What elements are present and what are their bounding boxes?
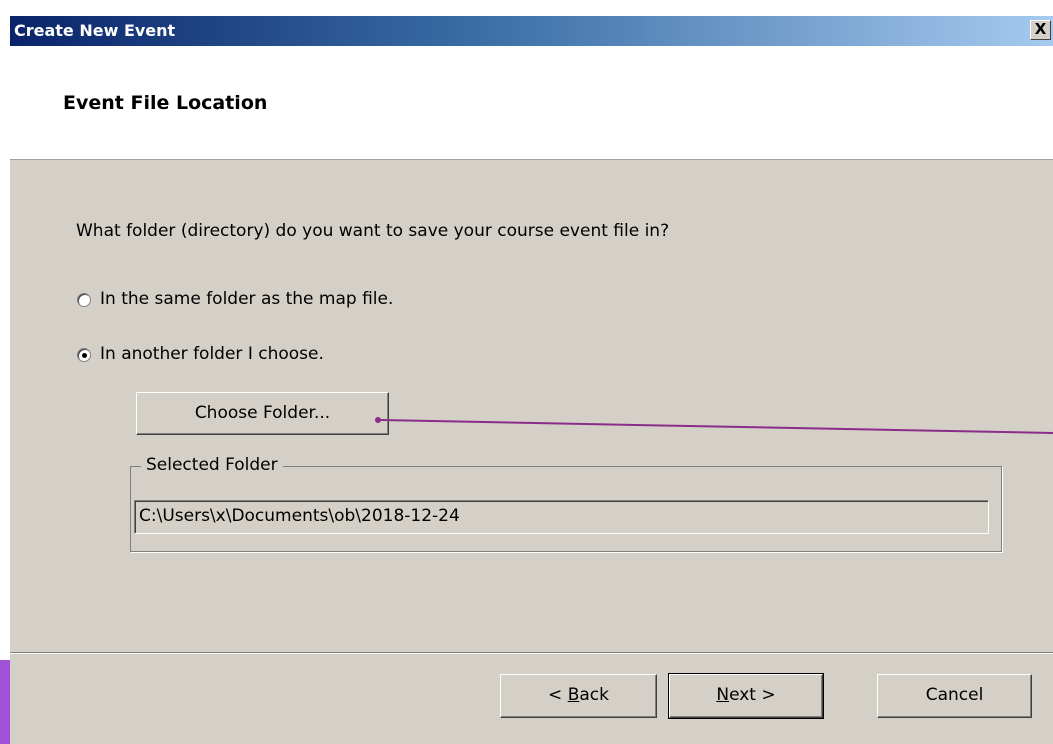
window-title: Create New Event (14, 21, 176, 40)
title-bar: Create New Event X (10, 16, 1053, 46)
footer-separator (10, 652, 1053, 654)
selected-folder-label: Selected Folder (141, 455, 283, 475)
radio-same-folder-label: In the same folder as the map file. (100, 289, 394, 309)
radio-another-folder-label: In another folder I choose. (100, 344, 324, 364)
cancel-button[interactable]: Cancel (877, 674, 1032, 718)
back-button[interactable]: < Back (500, 674, 657, 718)
back-button-rest: ack (579, 685, 609, 705)
close-icon: X (1034, 20, 1047, 38)
back-button-prefix: < (548, 685, 568, 705)
next-button-mnemonic: N (716, 685, 730, 705)
choose-folder-button[interactable]: Choose Folder... (136, 392, 389, 435)
selected-folder-field: C:\Users\x\Documents\ob\2018-12-24 (134, 500, 989, 534)
radio-icon (77, 293, 91, 307)
selected-folder-group: Selected Folder C:\Users\x\Documents\ob\… (130, 455, 1002, 552)
next-button-rest: ext > (729, 685, 776, 705)
back-button-mnemonic: B (567, 685, 580, 705)
page-title: Event File Location (63, 92, 268, 114)
radio-dot (82, 353, 87, 358)
next-button[interactable]: Next > (668, 673, 824, 719)
question-text: What folder (directory) do you want to s… (76, 221, 670, 241)
side-accent-strip (0, 660, 10, 744)
radio-icon (77, 348, 91, 362)
create-event-dialog: Create New Event X Event File Location W… (10, 16, 1053, 744)
close-button[interactable]: X (1030, 20, 1051, 40)
